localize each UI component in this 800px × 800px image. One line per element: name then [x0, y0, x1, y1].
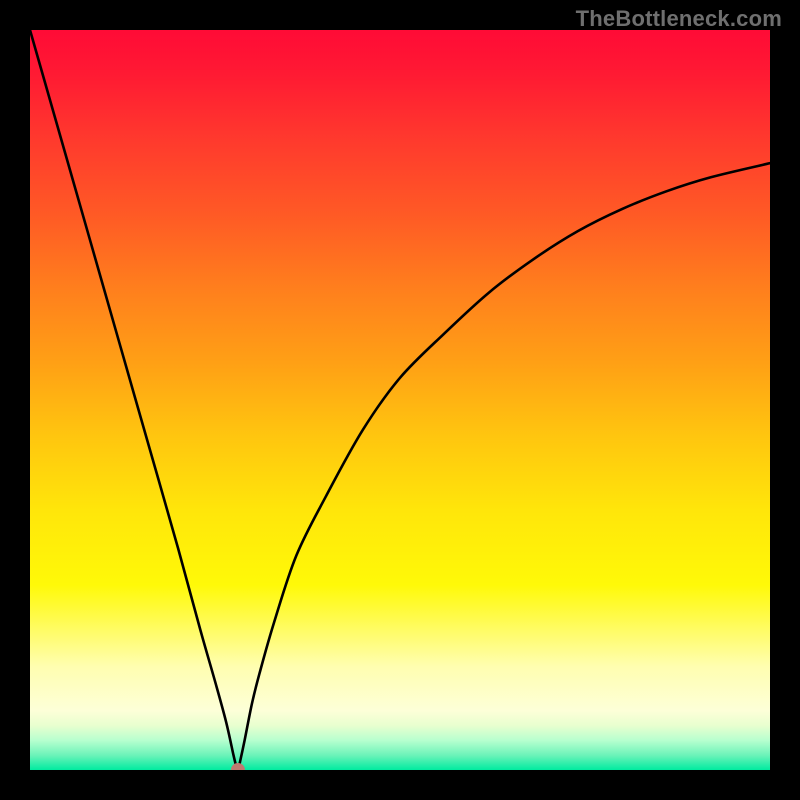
chart-frame: TheBottleneck.com	[0, 0, 800, 800]
watermark-text: TheBottleneck.com	[576, 6, 782, 32]
optimal-point-dot	[231, 763, 245, 770]
curve-layer	[30, 30, 770, 770]
plot-area	[30, 30, 770, 770]
bottleneck-curve	[30, 30, 770, 770]
